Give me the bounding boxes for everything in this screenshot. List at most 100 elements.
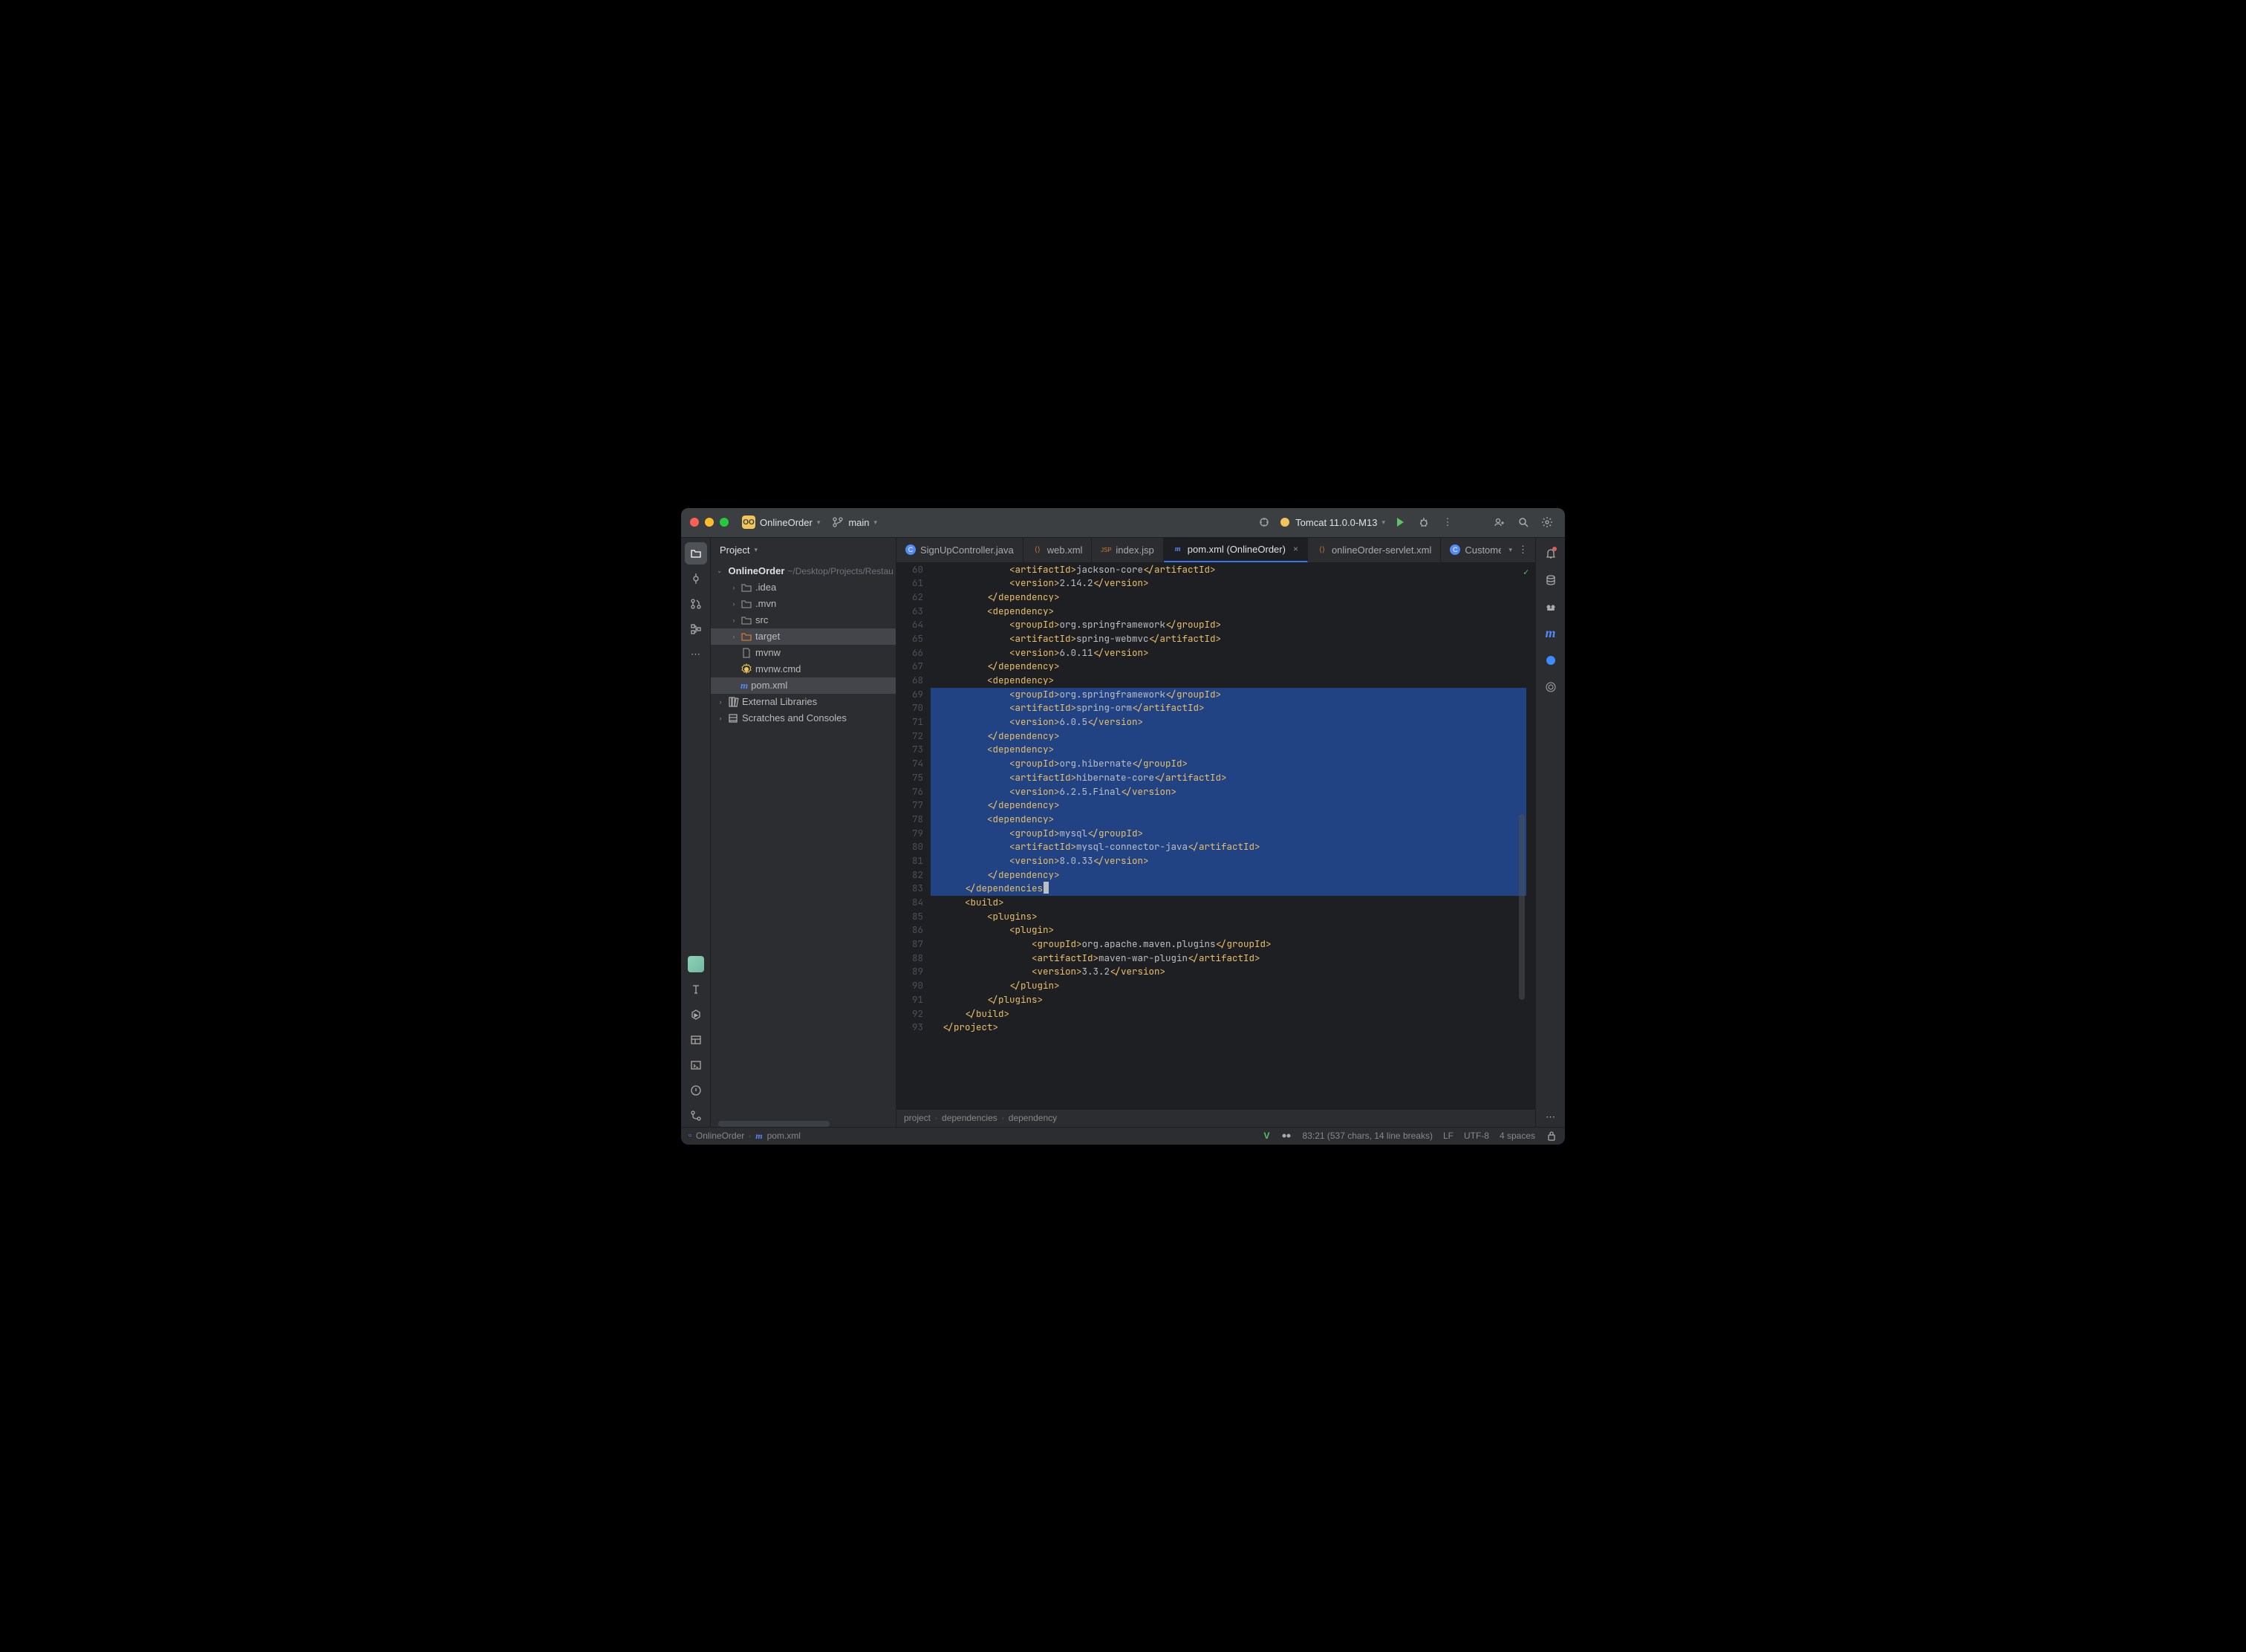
project-tool-button[interactable] [685,542,707,565]
copilot-status-icon[interactable] [1280,1130,1292,1142]
close-tab-button[interactable]: × [1293,544,1298,554]
project-badge-icon: OO [742,516,755,529]
pull-request-icon [690,598,702,610]
line-separator[interactable]: LF [1443,1131,1454,1141]
git-tool-button[interactable] [685,1105,707,1127]
more-tools-button[interactable]: ⋯ [685,643,707,666]
breadcrumb-item[interactable]: dependency [1009,1113,1057,1123]
expand-toggle[interactable]: › [730,633,738,640]
jsp-icon: JSP [1101,544,1111,555]
run-config-name: Tomcat 11.0.0-M13 [1295,517,1377,528]
tab-label: pom.xml (OnlineOrder) [1188,544,1286,555]
tree-item[interactable]: ›target [711,628,896,645]
terminal-tool-button[interactable] [685,1054,707,1076]
problems-tool-button[interactable] [685,1079,707,1102]
expand-toggle[interactable]: ⌄ [717,567,723,575]
ai-button[interactable] [1541,677,1560,697]
more-actions-button[interactable]: ⋮ [1439,513,1456,531]
status-path-item[interactable]: pom.xml [767,1131,801,1141]
vim-indicator[interactable]: V [1264,1131,1270,1141]
build-tool-button[interactable] [685,1029,707,1051]
maven-tool-button[interactable]: m [1541,624,1560,643]
vcs-branch-selector[interactable]: main ▾ [832,516,877,528]
tab-dropdown-button[interactable]: ▾ [1508,546,1512,554]
tree-label: src [755,614,768,625]
expand-toggle[interactable]: › [717,715,724,722]
tree-label: External Libraries [742,696,817,707]
tree-root[interactable]: ⌄ OnlineOrder ~/Desktop/Projects/Restau [711,563,896,579]
vertical-scrollbar[interactable] [1519,814,1525,1000]
expand-toggle[interactable]: › [730,617,738,624]
lock-icon[interactable] [1546,1130,1557,1142]
cursor-position[interactable]: 83:21 (537 chars, 14 line breaks) [1303,1131,1433,1141]
close-window-button[interactable] [690,518,699,527]
git-icon [690,1110,702,1122]
activity-icon[interactable] [1255,513,1273,531]
code-editor[interactable]: 6061626364656667686970717273747576777879… [896,563,1535,1109]
breadcrumb-item[interactable]: project [904,1113,931,1123]
debug-button[interactable] [1415,513,1433,531]
class-icon: C [1450,544,1460,555]
code-content[interactable]: <artifactId>jackson-core</artifactId> <v… [931,563,1526,1109]
xml-icon: ⟨⟩ [1032,544,1043,555]
more-right-tools-button[interactable]: ⋯ [1541,1108,1560,1127]
chevron-down-icon: ▾ [1381,518,1385,527]
commit-tool-button[interactable] [685,568,707,590]
error-stripe[interactable]: ✓ [1526,563,1535,1109]
folder-icon [740,598,752,610]
editor-tab[interactable]: CCustomerDa [1441,538,1501,562]
tree-item[interactable]: mvnw [711,645,896,661]
notifications-button[interactable] [1541,544,1560,563]
expand-toggle[interactable]: › [730,600,738,608]
folder-icon [740,631,752,643]
copilot-button[interactable] [1541,597,1560,617]
tree-item[interactable]: ›.idea [711,579,896,596]
pull-requests-tool-button[interactable] [685,593,707,615]
run-config-selector[interactable]: Tomcat 11.0.0-M13 ▾ [1279,516,1385,528]
root-path: ~/Desktop/Projects/Restau [787,566,893,576]
editor-tab[interactable]: CSignUpController.java [896,538,1023,562]
project-selector[interactable]: OO OnlineOrder ▾ [742,516,820,529]
project-tree[interactable]: ⌄ OnlineOrder ~/Desktop/Projects/Restau … [711,563,896,1119]
tree-item[interactable]: mpom.xml [711,677,896,694]
tree-scratches[interactable]: › Scratches and Consoles [711,710,896,726]
tree-item[interactable]: ›.mvn [711,596,896,612]
line-gutter[interactable]: 6061626364656667686970717273747576777879… [896,563,931,1109]
scratch-icon [727,712,739,724]
database-tool-button[interactable] [1541,570,1560,590]
ide-window: OO OnlineOrder ▾ main ▾ Tomcat 11.0.0-M1… [681,508,1565,1145]
editor-tab[interactable]: ⟨⟩ web.xml [1023,538,1093,562]
maximize-window-button[interactable] [720,518,729,527]
tab-more-button[interactable]: ⋮ [1518,544,1528,556]
breadcrumb-item[interactable]: dependencies [942,1113,997,1123]
tree-item[interactable]: › src [711,612,896,628]
chevron-right-icon: › [749,1132,751,1139]
horizontal-scrollbar[interactable] [718,1121,830,1127]
tab-label: web.xml [1047,544,1083,556]
run-button[interactable] [1391,513,1409,531]
chevron-down-icon: ▾ [817,518,821,527]
expand-toggle[interactable]: › [717,698,724,706]
code-with-me-button[interactable] [1491,513,1508,531]
expand-toggle[interactable]: › [730,584,738,591]
settings-button[interactable] [1538,513,1556,531]
search-everywhere-button[interactable] [1514,513,1532,531]
structure-icon [690,623,702,635]
tree-label: mvnw [755,647,781,658]
structure-tool-button[interactable] [685,618,707,640]
owl-plugin-button[interactable] [685,953,707,975]
editor-tab[interactable]: JSPindex.jsp [1092,538,1163,562]
editor-tab[interactable]: mpom.xml (OnlineOrder)× [1164,538,1308,562]
minimize-window-button[interactable] [705,518,714,527]
owl-icon [688,956,704,972]
tree-external-libs[interactable]: › External Libraries [711,694,896,710]
services-tool-button[interactable] [685,1004,707,1026]
file-encoding[interactable]: UTF-8 [1464,1131,1489,1141]
status-path-item[interactable]: OnlineOrder [696,1131,744,1141]
editor-tab[interactable]: ⟨⟩onlineOrder-servlet.xml [1308,538,1441,562]
indent-settings[interactable]: 4 spaces [1500,1131,1535,1141]
tree-item[interactable]: mvnw.cmd [711,661,896,677]
sidebar-header[interactable]: Project ▾ [711,538,896,563]
chat-button[interactable] [1541,651,1560,670]
bookmarks-tool-button[interactable] [685,978,707,1001]
